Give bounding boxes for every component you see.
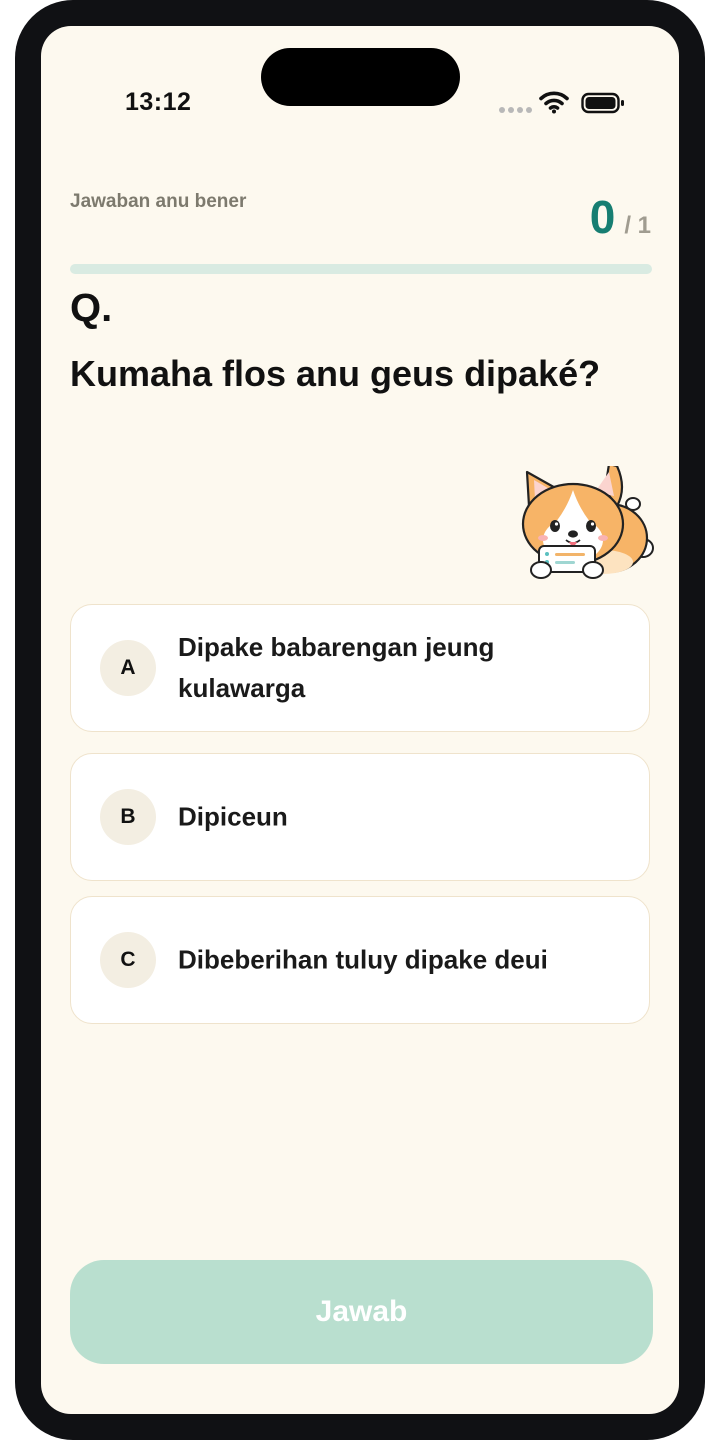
dynamic-island	[261, 48, 460, 106]
cellular-signal-icon	[499, 107, 532, 113]
option-letter-badge: C	[100, 932, 156, 988]
option-letter-badge: A	[100, 640, 156, 696]
option-text: Dipake babarengan jeung kulawarga	[178, 632, 495, 703]
score-total: / 1	[624, 212, 651, 239]
phone-frame: 13:12 Jawaban anu bener 0 / 1 Q. Kumaha …	[15, 0, 705, 1440]
battery-icon	[581, 92, 624, 114]
option-letter-badge: B	[100, 789, 156, 845]
answer-option-a[interactable]: A Dipake babarengan jeung kulawarga	[70, 604, 650, 732]
option-text: Dipiceun	[178, 801, 288, 832]
answer-submit-button[interactable]: Jawab	[70, 1260, 653, 1364]
answer-option-c[interactable]: C Dibeberihan tuluy dipake deui	[70, 896, 650, 1024]
question-marker: Q.	[70, 286, 113, 330]
score-current: 0	[589, 191, 616, 243]
status-time: 13:12	[125, 88, 192, 116]
score-label: Jawaban anu bener	[70, 191, 247, 212]
question-text: Kumaha flos anu geus dipaké?	[70, 353, 601, 394]
app-screen: 13:12 Jawaban anu bener 0 / 1 Q. Kumaha …	[41, 26, 679, 1414]
wifi-icon	[539, 91, 569, 114]
corgi-mascot-illustration	[521, 466, 654, 579]
option-text: Dibeberihan tuluy dipake deui	[178, 944, 548, 975]
progress-bar	[70, 264, 652, 274]
score-counter: 0 / 1	[590, 194, 651, 254]
answer-option-b[interactable]: B Dipiceun	[70, 753, 650, 881]
